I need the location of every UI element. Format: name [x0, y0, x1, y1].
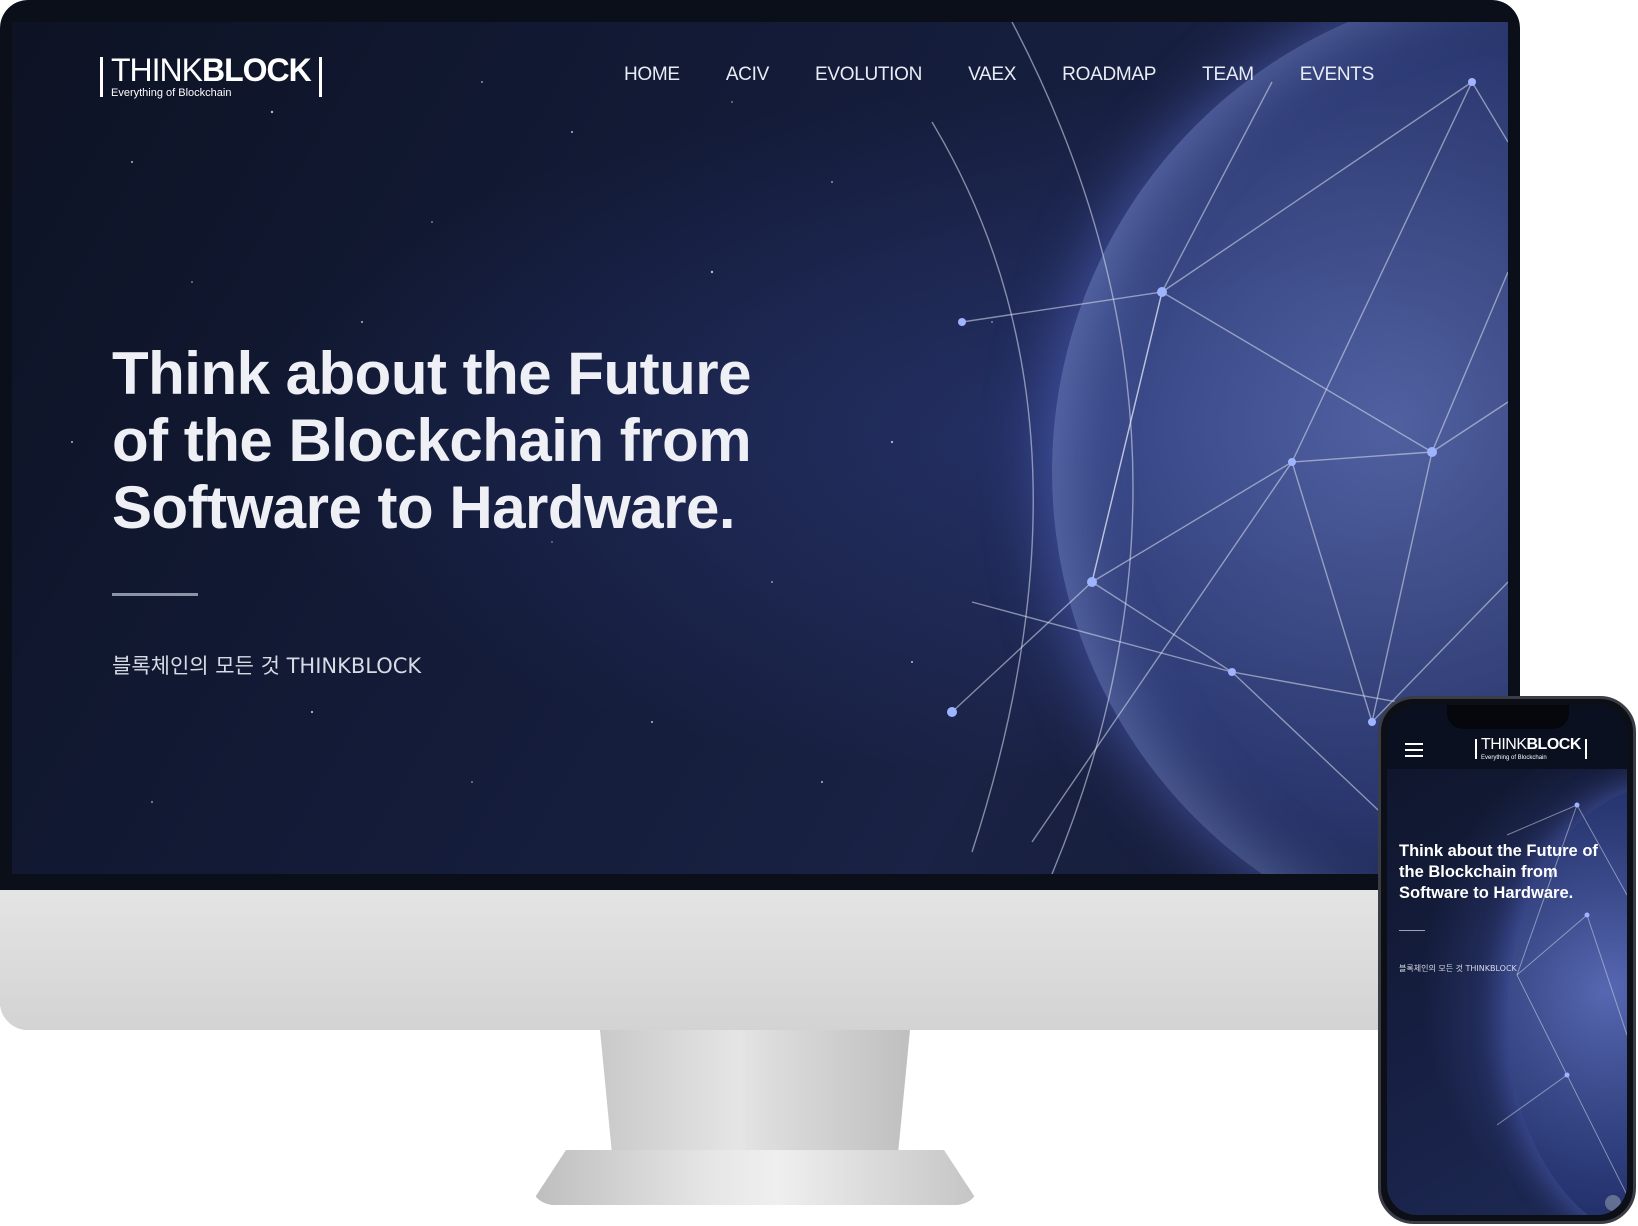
hero-section: Think about the Future of the Blockchain… [112, 340, 812, 680]
mobile-header: THINKBLOCK Everything of Blockchain [1387, 705, 1627, 769]
hero-subtitle: 블록체인의 모든 것 THINKBLOCK [112, 654, 422, 678]
mobile-logo-word-block: BLOCK [1526, 736, 1582, 753]
nav-evolution[interactable]: EVOLUTION [815, 64, 922, 86]
mobile-hero-divider [1399, 930, 1425, 931]
monitor-stand-base [530, 1150, 980, 1205]
monitor-chin [0, 890, 1520, 1030]
main-nav: HOME ACIV EVOLUTION VAEX ROADMAP TEAM EV… [624, 64, 1374, 86]
mobile-hero-title: Think about the Future of the Blockchain… [1399, 842, 1598, 902]
nav-home[interactable]: HOME [624, 64, 680, 86]
nav-aciv[interactable]: ACIV [726, 64, 769, 86]
mobile-logo-tagline: Everything of Blockchain [1481, 755, 1547, 761]
mobile-logo-word-think: THINK [1481, 736, 1527, 753]
logo-tagline: Everything of Blockchain [111, 87, 232, 99]
nav-team[interactable]: TEAM [1202, 64, 1254, 86]
nav-roadmap[interactable]: ROADMAP [1062, 64, 1156, 86]
mobile-phone: THINKBLOCK Everything of Blockchain Thin… [1378, 696, 1636, 1224]
mobile-logo-bar-right [1584, 739, 1587, 759]
mobile-hero-section: Think about the Future of the Blockchain… [1399, 841, 1619, 974]
hero-title: Think about the Future of the Blockchain… [112, 340, 752, 541]
hamburger-icon[interactable] [1405, 743, 1423, 757]
logo-word-think: THINK [111, 52, 203, 88]
logo-bar-left [100, 56, 103, 97]
phone-notch [1447, 705, 1569, 729]
mobile-screen: THINKBLOCK Everything of Blockchain Thin… [1387, 705, 1627, 1215]
arrow-up-icon[interactable] [1605, 1195, 1621, 1211]
nav-events[interactable]: EVENTS [1300, 64, 1375, 86]
desktop-screen: THINKBLOCK Everything of Blockchain HOME… [12, 22, 1508, 874]
mobile-hero-subtitle: 블록체인의 모든 것 THINKBLOCK [1399, 964, 1517, 973]
nav-vaex[interactable]: VAEX [968, 64, 1016, 86]
mobile-thinkblock-logo[interactable]: THINKBLOCK Everything of Blockchain [1475, 737, 1587, 761]
logo-bar-right [318, 56, 322, 97]
hero-divider [112, 593, 198, 596]
thinkblock-logo[interactable]: THINKBLOCK Everything of Blockchain [100, 54, 322, 99]
logo-word-block: BLOCK [202, 52, 312, 88]
mobile-logo-bar-left [1475, 739, 1477, 759]
desktop-monitor: THINKBLOCK Everything of Blockchain HOME… [0, 0, 1520, 1030]
